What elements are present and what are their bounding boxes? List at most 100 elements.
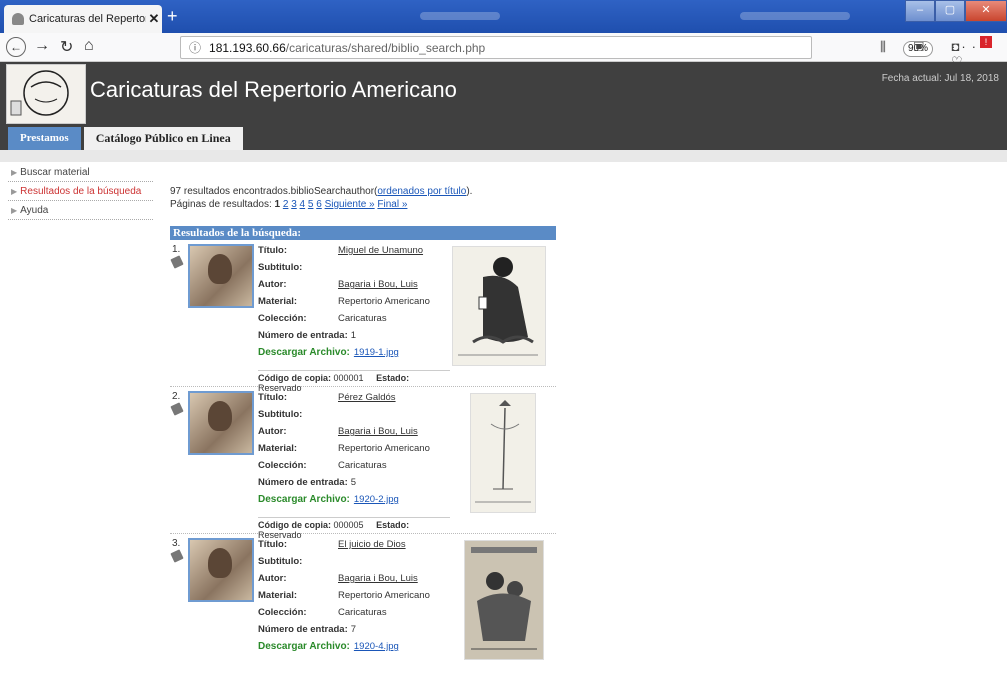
results-table: Resultados de la búsqueda: 1. Título: Mig… — [170, 226, 556, 680]
download-link[interactable]: 1920-4.jpg — [354, 641, 399, 652]
bullet-icon: ▶ — [11, 187, 18, 196]
field-label: Subtitulo: — [258, 262, 303, 273]
result-item: 3. Título: El juicio de Dios Subtitulo: A… — [170, 534, 556, 680]
info-icon[interactable]: ⓘ — [189, 39, 201, 56]
page-link[interactable]: 6 — [316, 199, 322, 210]
coleccion-value: Caricaturas — [338, 313, 387, 324]
browser-tab-bar: Caricaturas del Repertorio Ame ✕ + – ▢ ✕ — [0, 0, 1007, 33]
forward-icon[interactable]: → — [34, 37, 50, 55]
caricature-galdos-icon — [475, 400, 531, 503]
summary-text: 97 resultados encontrados.biblioSearchau… — [170, 186, 378, 197]
window-controls: – ▢ ✕ — [905, 0, 1007, 22]
site-logo — [6, 64, 86, 124]
codigo-value: 000005 — [333, 520, 364, 530]
last-page-link[interactable]: Final » — [377, 199, 407, 210]
material-value: Repertorio Americano — [338, 443, 430, 454]
download-link[interactable]: 1920-2.jpg — [354, 494, 399, 505]
field-label: Subtitulo: — [258, 556, 303, 567]
title-link[interactable]: Pérez Galdós — [338, 392, 396, 403]
result-number: 1. — [172, 244, 181, 255]
numero-value: 7 — [350, 624, 357, 635]
field-label: Colección: — [258, 460, 307, 471]
result-item: 1. Título: Miguel de Unamuno Subtitulo: A… — [170, 240, 556, 393]
bullet-icon: ▶ — [11, 168, 18, 177]
sidebar-item-resultados[interactable]: ▶ Resultados de la búsqueda — [8, 183, 153, 201]
url-host: 181.193.60.66 — [209, 40, 286, 55]
numero-value: 1 — [350, 330, 357, 341]
download-label: Descargar Archivo: — [258, 494, 350, 505]
blurred-text — [740, 12, 850, 20]
reload-icon[interactable]: ↻ — [60, 37, 73, 57]
sidebar-item-label: Buscar material — [20, 167, 90, 178]
caricature-image[interactable] — [452, 246, 546, 366]
author-thumbnail[interactable] — [188, 244, 254, 308]
title-link[interactable]: Miguel de Unamuno — [338, 245, 423, 256]
results-summary: 97 resultados encontrados.biblioSearchau… — [170, 186, 472, 197]
caricature-image[interactable] — [470, 393, 536, 513]
field-label: Número de entrada: — [258, 330, 348, 341]
download-label: Descargar Archivo: — [258, 641, 350, 652]
browser-nav-bar: ← → ↻ ⌂ ⓘ 181.193.60.66 /caricaturas/sha… — [0, 33, 1007, 85]
material-value: Repertorio Americano — [338, 590, 430, 601]
caricature-logo-icon — [10, 70, 69, 116]
result-fields: Título: Miguel de Unamuno Subtitulo: Auto… — [258, 242, 458, 361]
url-bar[interactable]: ⓘ 181.193.60.66 /caricaturas/shared/bibl… — [180, 36, 976, 85]
material-value: Repertorio Americano — [338, 296, 430, 307]
download-link[interactable]: 1919-1.jpg — [354, 347, 399, 358]
field-label: Subtitulo: — [258, 409, 303, 420]
author-thumbnail[interactable] — [188, 538, 254, 602]
result-item: 2. Título: Pérez Galdós Subtitulo: Autor:… — [170, 387, 556, 540]
book-icon — [170, 549, 184, 563]
page-link[interactable]: 4 — [300, 199, 306, 210]
codigo-label: Código de copia: — [258, 520, 331, 530]
coleccion-value: Caricaturas — [338, 460, 387, 471]
close-window-icon[interactable]: ✕ — [965, 0, 1007, 22]
bullet-icon: ▶ — [11, 206, 18, 215]
field-label: Número de entrada: — [258, 624, 348, 635]
blurred-text — [420, 12, 500, 20]
new-tab-icon[interactable]: + — [167, 6, 178, 27]
minimize-icon[interactable]: – — [905, 0, 935, 22]
field-label: Colección: — [258, 313, 307, 324]
estado-label: Estado: — [376, 373, 410, 383]
toolbar-icons[interactable]: ⫼ ▣ ◘ — [880, 39, 971, 55]
close-tab-icon[interactable]: ✕ — [146, 11, 162, 27]
tab-prestamos[interactable]: Prestamos — [8, 127, 81, 150]
sidebar-item-buscar[interactable]: ▶ Buscar material — [8, 164, 153, 182]
result-fields: Título: El juicio de Dios Subtitulo: Auto… — [258, 536, 458, 655]
field-label: Autor: — [258, 279, 287, 290]
summary-close: ). — [466, 186, 473, 197]
site-header: Caricaturas del Repertorio Americano Fec… — [0, 62, 1007, 150]
notification-badge-icon[interactable]: ! — [980, 36, 992, 48]
field-label: Número de entrada: — [258, 477, 348, 488]
sort-by-title-link[interactable]: ordenados por título — [377, 186, 466, 197]
author-link[interactable]: Bagaria i Bou, Luis — [338, 573, 418, 584]
browser-tab[interactable]: Caricaturas del Repertorio Ame ✕ — [4, 5, 162, 33]
tab-catalogo[interactable]: Catálogo Público en Linea — [83, 127, 243, 150]
title-link[interactable]: El juicio de Dios — [338, 539, 406, 550]
field-label: Autor: — [258, 573, 287, 584]
field-label: Material: — [258, 296, 298, 307]
tab-title: Caricaturas del Repertorio Ame — [29, 13, 146, 25]
home-icon[interactable]: ⌂ — [84, 37, 94, 55]
sidebar-item-ayuda[interactable]: ▶ Ayuda — [8, 202, 153, 220]
page-link[interactable]: 5 — [308, 199, 314, 210]
author-link[interactable]: Bagaria i Bou, Luis — [338, 426, 418, 437]
page-link[interactable]: 2 — [283, 199, 289, 210]
page-link[interactable]: 3 — [291, 199, 297, 210]
sidebar-item-label: Resultados de la búsqueda — [20, 186, 142, 197]
header-stripe — [0, 150, 1007, 162]
coleccion-value: Caricaturas — [338, 607, 387, 618]
author-thumbnail[interactable] — [188, 391, 254, 455]
caricature-unamuno-icon — [458, 257, 538, 356]
field-label: Título: — [258, 392, 288, 403]
sidebar: ▶ Buscar material ▶ Resultados de la búsqu… — [8, 164, 153, 221]
results-heading: Resultados de la búsqueda: — [170, 226, 556, 240]
maximize-icon[interactable]: ▢ — [935, 0, 965, 22]
caricature-image[interactable] — [464, 540, 544, 660]
back-icon[interactable]: ← — [6, 37, 26, 57]
field-label: Título: — [258, 245, 288, 256]
author-link[interactable]: Bagaria i Bou, Luis — [338, 279, 418, 290]
next-page-link[interactable]: Siguiente » — [325, 199, 375, 210]
field-label: Título: — [258, 539, 288, 550]
